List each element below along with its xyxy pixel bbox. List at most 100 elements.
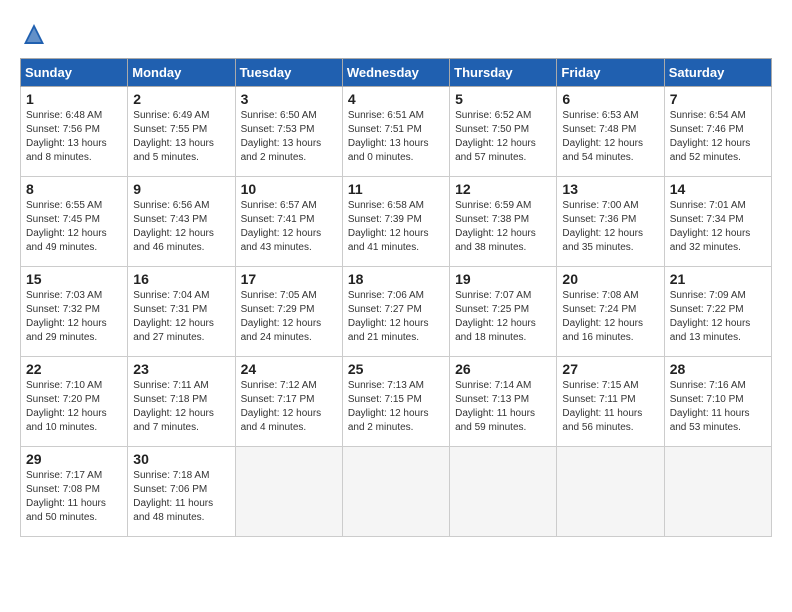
day-info: Sunrise: 7:15 AMSunset: 7:11 PMDaylight:…: [562, 379, 658, 435]
day-cell: 1 Sunrise: 6:48 AMSunset: 7:56 PMDaylight…: [21, 87, 128, 177]
day-info: Sunrise: 6:56 AMSunset: 7:43 PMDaylight:…: [133, 199, 229, 255]
header-row: SundayMondayTuesdayWednesdayThursdayFrid…: [21, 59, 772, 87]
week-row-1: 1 Sunrise: 6:48 AMSunset: 7:56 PMDaylight…: [21, 87, 772, 177]
day-info: Sunrise: 6:54 AMSunset: 7:46 PMDaylight:…: [670, 109, 766, 165]
day-info: Sunrise: 7:03 AMSunset: 7:32 PMDaylight:…: [26, 289, 122, 345]
day-number: 21: [670, 271, 766, 287]
week-row-3: 15 Sunrise: 7:03 AMSunset: 7:32 PMDayligh…: [21, 267, 772, 357]
day-info: Sunrise: 6:50 AMSunset: 7:53 PMDaylight:…: [241, 109, 337, 165]
day-number: 3: [241, 91, 337, 107]
day-cell: 6 Sunrise: 6:53 AMSunset: 7:48 PMDaylight…: [557, 87, 664, 177]
day-info: Sunrise: 7:00 AMSunset: 7:36 PMDaylight:…: [562, 199, 658, 255]
day-info: Sunrise: 7:05 AMSunset: 7:29 PMDaylight:…: [241, 289, 337, 345]
header-friday: Friday: [557, 59, 664, 87]
day-number: 7: [670, 91, 766, 107]
week-row-2: 8 Sunrise: 6:55 AMSunset: 7:45 PMDaylight…: [21, 177, 772, 267]
day-cell: [450, 447, 557, 537]
header-sunday: Sunday: [21, 59, 128, 87]
day-info: Sunrise: 6:55 AMSunset: 7:45 PMDaylight:…: [26, 199, 122, 255]
day-number: 18: [348, 271, 444, 287]
day-cell: 22 Sunrise: 7:10 AMSunset: 7:20 PMDayligh…: [21, 357, 128, 447]
day-number: 12: [455, 181, 551, 197]
day-info: Sunrise: 6:52 AMSunset: 7:50 PMDaylight:…: [455, 109, 551, 165]
day-cell: 11Sunrise: 6:58 AMSunset: 7:39 PMDayligh…: [342, 177, 449, 267]
day-number: 15: [26, 271, 122, 287]
day-number: 6: [562, 91, 658, 107]
day-info: Sunrise: 7:14 AMSunset: 7:13 PMDaylight:…: [455, 379, 551, 435]
day-cell: 30Sunrise: 7:18 AMSunset: 7:06 PMDayligh…: [128, 447, 235, 537]
day-number: 25: [348, 361, 444, 377]
day-number: 14: [670, 181, 766, 197]
day-info: Sunrise: 7:10 AMSunset: 7:20 PMDaylight:…: [26, 379, 122, 435]
day-info: Sunrise: 6:57 AMSunset: 7:41 PMDaylight:…: [241, 199, 337, 255]
day-number: 9: [133, 181, 229, 197]
day-cell: 25Sunrise: 7:13 AMSunset: 7:15 PMDayligh…: [342, 357, 449, 447]
day-info: Sunrise: 6:59 AMSunset: 7:38 PMDaylight:…: [455, 199, 551, 255]
day-info: Sunrise: 7:06 AMSunset: 7:27 PMDaylight:…: [348, 289, 444, 345]
day-number: 30: [133, 451, 229, 467]
day-info: Sunrise: 6:51 AMSunset: 7:51 PMDaylight:…: [348, 109, 444, 165]
day-number: 28: [670, 361, 766, 377]
day-info: Sunrise: 6:49 AMSunset: 7:55 PMDaylight:…: [133, 109, 229, 165]
day-number: 23: [133, 361, 229, 377]
calendar-body: 1 Sunrise: 6:48 AMSunset: 7:56 PMDaylight…: [21, 87, 772, 537]
day-info: Sunrise: 7:16 AMSunset: 7:10 PMDaylight:…: [670, 379, 766, 435]
day-cell: 21 Sunrise: 7:09 AMSunset: 7:22 PMDayligh…: [664, 267, 771, 357]
day-info: Sunrise: 7:01 AMSunset: 7:34 PMDaylight:…: [670, 199, 766, 255]
day-number: 27: [562, 361, 658, 377]
header-thursday: Thursday: [450, 59, 557, 87]
header-wednesday: Wednesday: [342, 59, 449, 87]
day-number: 29: [26, 451, 122, 467]
day-number: 2: [133, 91, 229, 107]
day-info: Sunrise: 6:58 AMSunset: 7:39 PMDaylight:…: [348, 199, 444, 255]
day-info: Sunrise: 7:07 AMSunset: 7:25 PMDaylight:…: [455, 289, 551, 345]
header: [20, 20, 772, 48]
day-number: 8: [26, 181, 122, 197]
day-number: 1: [26, 91, 122, 107]
day-number: 16: [133, 271, 229, 287]
day-info: Sunrise: 7:17 AMSunset: 7:08 PMDaylight:…: [26, 469, 122, 525]
calendar-table: SundayMondayTuesdayWednesdayThursdayFrid…: [20, 58, 772, 537]
day-cell: 26Sunrise: 7:14 AMSunset: 7:13 PMDayligh…: [450, 357, 557, 447]
header-tuesday: Tuesday: [235, 59, 342, 87]
day-cell: 29 Sunrise: 7:17 AMSunset: 7:08 PMDayligh…: [21, 447, 128, 537]
day-cell: 9 Sunrise: 6:56 AMSunset: 7:43 PMDaylight…: [128, 177, 235, 267]
header-monday: Monday: [128, 59, 235, 87]
calendar-header: SundayMondayTuesdayWednesdayThursdayFrid…: [21, 59, 772, 87]
day-number: 24: [241, 361, 337, 377]
day-cell: 17 Sunrise: 7:05 AMSunset: 7:29 PMDayligh…: [235, 267, 342, 357]
day-number: 4: [348, 91, 444, 107]
day-cell: 13 Sunrise: 7:00 AMSunset: 7:36 PMDayligh…: [557, 177, 664, 267]
day-cell: [235, 447, 342, 537]
day-cell: 5 Sunrise: 6:52 AMSunset: 7:50 PMDaylight…: [450, 87, 557, 177]
day-cell: [664, 447, 771, 537]
day-cell: 19 Sunrise: 7:07 AMSunset: 7:25 PMDayligh…: [450, 267, 557, 357]
day-cell: 4 Sunrise: 6:51 AMSunset: 7:51 PMDaylight…: [342, 87, 449, 177]
day-cell: 14 Sunrise: 7:01 AMSunset: 7:34 PMDayligh…: [664, 177, 771, 267]
day-info: Sunrise: 6:48 AMSunset: 7:56 PMDaylight:…: [26, 109, 122, 165]
day-cell: 2 Sunrise: 6:49 AMSunset: 7:55 PMDaylight…: [128, 87, 235, 177]
logo: [20, 20, 52, 48]
day-cell: 24Sunrise: 7:12 AMSunset: 7:17 PMDayligh…: [235, 357, 342, 447]
day-info: Sunrise: 7:09 AMSunset: 7:22 PMDaylight:…: [670, 289, 766, 345]
day-number: 17: [241, 271, 337, 287]
day-cell: [342, 447, 449, 537]
day-cell: 23Sunrise: 7:11 AMSunset: 7:18 PMDayligh…: [128, 357, 235, 447]
day-cell: 15 Sunrise: 7:03 AMSunset: 7:32 PMDayligh…: [21, 267, 128, 357]
day-info: Sunrise: 6:53 AMSunset: 7:48 PMDaylight:…: [562, 109, 658, 165]
day-cell: 12 Sunrise: 6:59 AMSunset: 7:38 PMDayligh…: [450, 177, 557, 267]
day-cell: 20Sunrise: 7:08 AMSunset: 7:24 PMDayligh…: [557, 267, 664, 357]
day-number: 19: [455, 271, 551, 287]
day-cell: 10Sunrise: 6:57 AMSunset: 7:41 PMDayligh…: [235, 177, 342, 267]
day-number: 22: [26, 361, 122, 377]
day-number: 5: [455, 91, 551, 107]
day-cell: 3 Sunrise: 6:50 AMSunset: 7:53 PMDaylight…: [235, 87, 342, 177]
week-row-4: 22 Sunrise: 7:10 AMSunset: 7:20 PMDayligh…: [21, 357, 772, 447]
day-cell: 27 Sunrise: 7:15 AMSunset: 7:11 PMDayligh…: [557, 357, 664, 447]
day-number: 13: [562, 181, 658, 197]
week-row-5: 29 Sunrise: 7:17 AMSunset: 7:08 PMDayligh…: [21, 447, 772, 537]
day-cell: 16Sunrise: 7:04 AMSunset: 7:31 PMDayligh…: [128, 267, 235, 357]
day-cell: 7 Sunrise: 6:54 AMSunset: 7:46 PMDaylight…: [664, 87, 771, 177]
day-cell: [557, 447, 664, 537]
header-saturday: Saturday: [664, 59, 771, 87]
